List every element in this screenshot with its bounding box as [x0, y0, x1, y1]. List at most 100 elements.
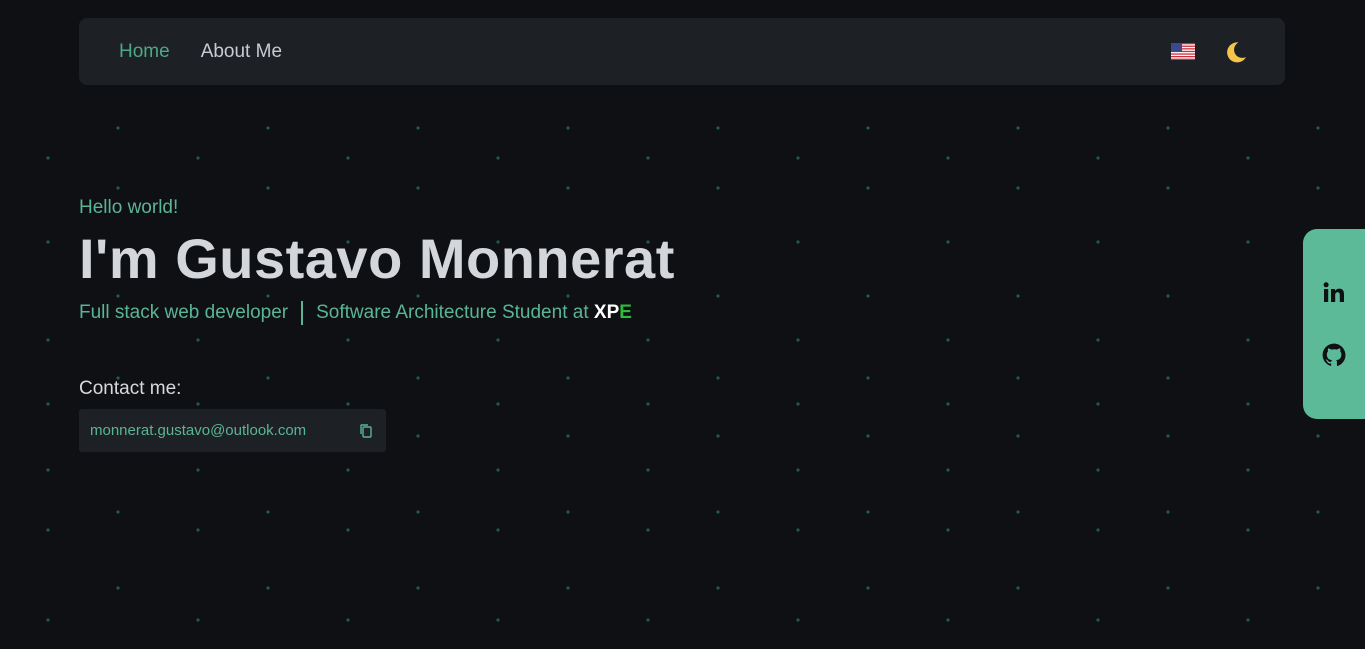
copy-icon[interactable]: [358, 423, 374, 439]
background-dot: [566, 186, 570, 190]
background-dot: [416, 434, 420, 438]
background-dot: [266, 510, 270, 514]
background-dot: [416, 586, 420, 590]
background-dot: [1096, 240, 1100, 244]
study-text: Software Architecture Student at: [316, 302, 589, 323]
background-dot: [346, 156, 350, 160]
background-dot: [1166, 510, 1170, 514]
moon-icon[interactable]: [1223, 39, 1249, 65]
background-dot: [1166, 126, 1170, 130]
background-dot: [496, 618, 500, 622]
email-copy-box[interactable]: monnerat.gustavo@outlook.com: [79, 409, 386, 452]
social-sidebar: [1303, 229, 1365, 419]
background-dot: [1316, 434, 1320, 438]
background-dot: [266, 186, 270, 190]
background-dot: [266, 126, 270, 130]
background-dot: [46, 402, 50, 406]
nav-actions: [1171, 39, 1249, 65]
background-dot: [1016, 376, 1020, 380]
background-dot: [946, 338, 950, 342]
contact-label: Contact me:: [79, 378, 182, 399]
background-dot: [646, 468, 650, 472]
background-dot: [1246, 468, 1250, 472]
background-dot: [46, 468, 50, 472]
background-dot: [796, 618, 800, 622]
background-dot: [496, 338, 500, 342]
background-dot: [46, 528, 50, 532]
background-dot: [866, 294, 870, 298]
background-dot: [716, 126, 720, 130]
background-dot: [796, 402, 800, 406]
background-dot: [566, 510, 570, 514]
background-dot: [116, 510, 120, 514]
nav-about-link[interactable]: About Me: [201, 41, 282, 63]
background-dot: [116, 186, 120, 190]
background-dot: [866, 586, 870, 590]
school-name-xp: XP: [593, 302, 620, 323]
background-dot: [496, 402, 500, 406]
background-dot: [1096, 618, 1100, 622]
background-dot: [346, 618, 350, 622]
background-dot: [946, 240, 950, 244]
background-dot: [866, 434, 870, 438]
hero-section: Hello world! I'm Gustavo Monnerat Full s…: [79, 197, 675, 325]
background-dot: [1246, 402, 1250, 406]
background-dot: [1246, 528, 1250, 532]
background-dot: [1316, 126, 1320, 130]
background-dot: [646, 338, 650, 342]
background-dot: [1016, 126, 1020, 130]
background-dot: [496, 468, 500, 472]
background-dot: [1096, 402, 1100, 406]
background-dot: [716, 186, 720, 190]
page-title: I'm Gustavo Monnerat: [79, 227, 675, 290]
background-dot: [46, 240, 50, 244]
background-dot: [196, 156, 200, 160]
background-dot: [1246, 240, 1250, 244]
background-dot: [1166, 294, 1170, 298]
background-dot: [1246, 156, 1250, 160]
background-dot: [1016, 294, 1020, 298]
background-dot: [346, 338, 350, 342]
background-dot: [1166, 586, 1170, 590]
background-dot: [1016, 510, 1020, 514]
background-dot: [346, 468, 350, 472]
background-dot: [566, 586, 570, 590]
background-dot: [1096, 156, 1100, 160]
background-dot: [1316, 510, 1320, 514]
background-dot: [346, 528, 350, 532]
background-dot: [1166, 186, 1170, 190]
background-dot: [46, 338, 50, 342]
background-dot: [716, 434, 720, 438]
top-navbar: Home About Me: [79, 18, 1285, 85]
background-dot: [1016, 186, 1020, 190]
us-flag-icon[interactable]: [1171, 43, 1195, 60]
background-dot: [946, 468, 950, 472]
background-dot: [796, 240, 800, 244]
background-dot: [1246, 618, 1250, 622]
background-dot: [946, 402, 950, 406]
background-dot: [416, 126, 420, 130]
background-dot: [1016, 586, 1020, 590]
background-dot: [946, 528, 950, 532]
nav-home-link[interactable]: Home: [119, 41, 170, 63]
background-dot: [266, 376, 270, 380]
background-dot: [866, 186, 870, 190]
github-icon[interactable]: [1321, 342, 1347, 368]
background-dot: [1096, 338, 1100, 342]
background-dot: [496, 156, 500, 160]
background-dot: [1166, 376, 1170, 380]
background-dot: [196, 402, 200, 406]
background-dot: [416, 510, 420, 514]
background-dot: [796, 528, 800, 532]
background-dot: [196, 528, 200, 532]
background-dot: [866, 510, 870, 514]
background-dot: [566, 126, 570, 130]
linkedin-icon[interactable]: [1321, 280, 1347, 306]
background-dot: [196, 618, 200, 622]
background-dot: [716, 586, 720, 590]
background-dot: [646, 528, 650, 532]
background-dot: [116, 586, 120, 590]
email-text: monnerat.gustavo@outlook.com: [90, 422, 307, 439]
background-dot: [496, 528, 500, 532]
background-dot: [346, 402, 350, 406]
